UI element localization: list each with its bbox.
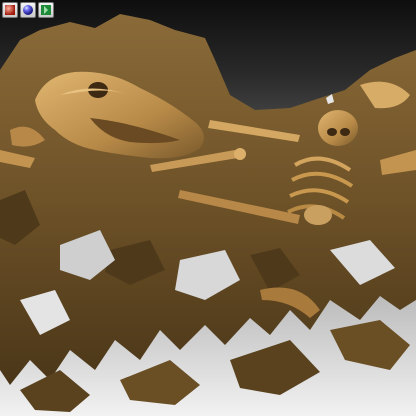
material-mode-button[interactable] [20, 2, 36, 18]
excavation-3d-model[interactable] [0, 0, 416, 416]
3d-viewport[interactable] [0, 0, 416, 416]
soil-fragment [330, 320, 410, 370]
green-panel-icon [41, 5, 51, 15]
soil-fragment [20, 370, 90, 412]
panel-toggle-button[interactable] [38, 2, 54, 18]
red-shaded-sphere-icon [5, 5, 15, 15]
soil-fragment [120, 360, 200, 405]
viewer-toolbar [2, 2, 54, 18]
shading-mode-button[interactable] [2, 2, 18, 18]
soil-fragment [230, 340, 320, 395]
blue-glossy-sphere-icon [23, 5, 33, 15]
